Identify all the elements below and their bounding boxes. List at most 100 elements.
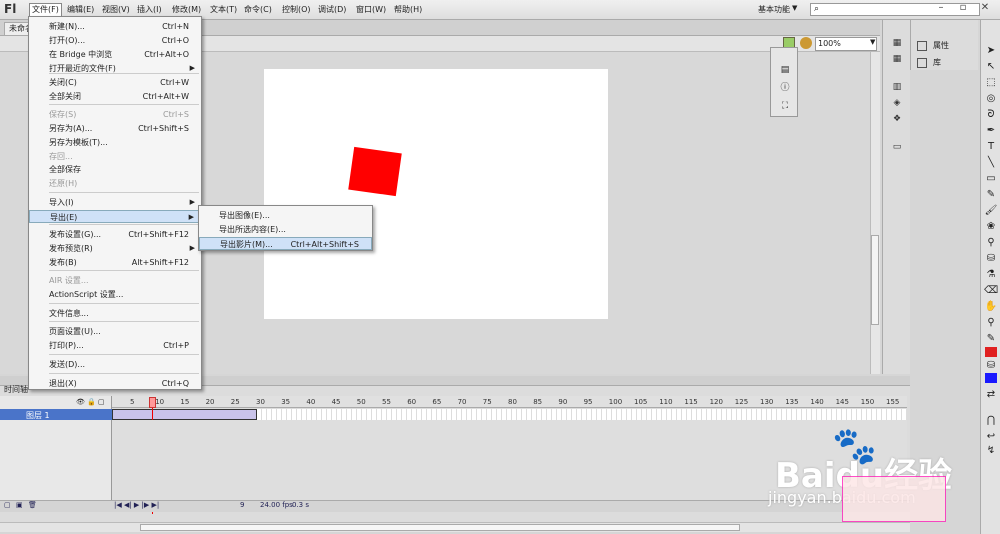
export-menu-item[interactable]: 导出所选内容(E)... [199, 223, 372, 236]
maximize-icon[interactable]: ▫ [954, 1, 972, 15]
menu-modify[interactable]: 修改(M) [172, 4, 201, 15]
new-folder-icon[interactable]: ▣ [16, 501, 23, 509]
file-menu-item[interactable]: 打开(O)... Ctrl+O [29, 34, 201, 47]
lasso-tool-icon[interactable]: ᘐ [984, 108, 998, 121]
brush-tool-icon[interactable]: 🖌 [984, 204, 998, 217]
frame-number-label: 125 [734, 398, 749, 406]
components-icon[interactable]: ◈ [890, 98, 904, 110]
delete-layer-icon[interactable]: 🗑 [28, 501, 37, 509]
workspace-switcher[interactable]: 基本功能 [758, 4, 790, 15]
file-menu-item[interactable]: 退出(X) Ctrl+Q [29, 377, 201, 390]
tab-timeline[interactable]: 时间轴 [4, 384, 28, 395]
playhead-handle[interactable] [149, 397, 156, 408]
zoom-select[interactable]: 100% [815, 37, 877, 51]
stroke-color-swatch[interactable] [985, 347, 997, 357]
file-menu-item[interactable]: ActionScript 设置... [29, 288, 201, 301]
motion-presets-icon[interactable]: ▥ [890, 82, 904, 94]
file-menu-item[interactable]: 全部保存 [29, 163, 201, 176]
smooth-icon[interactable]: ↩ [984, 430, 998, 443]
menu-view[interactable]: 视图(V) [102, 4, 130, 15]
swap-colors-icon[interactable]: ⇄ [984, 388, 998, 401]
motion-tween-span[interactable] [112, 409, 257, 420]
menu-debug[interactable]: 调试(D) [318, 4, 346, 15]
paint-bucket-tool-icon[interactable]: ⛁ [984, 252, 998, 265]
file-menu-item[interactable]: 导出(E) ▶ [29, 210, 201, 223]
free-transform-tool-icon[interactable]: ⬚ [984, 76, 998, 89]
pencil-tool-icon[interactable]: ✎ [984, 188, 998, 201]
stage[interactable] [264, 69, 608, 319]
layer-visibility-lock-outline-icons[interactable]: 👁 🔒 ▢ [76, 398, 105, 406]
align-icon[interactable]: ▤ [779, 64, 791, 76]
export-menu-item[interactable]: 导出图像(E)... [199, 209, 372, 222]
file-menu-item[interactable]: 全部关闭 Ctrl+Alt+W [29, 90, 201, 103]
menu-item-label: 全部关闭 [49, 92, 81, 101]
stage-vertical-scrollbar[interactable] [870, 52, 880, 374]
text-tool-icon[interactable]: T [984, 140, 998, 153]
menu-commands[interactable]: 命令(C) [244, 4, 272, 15]
file-menu-item[interactable]: 另存为(A)... Ctrl+Shift+S [29, 122, 201, 135]
align-info-transform-panel: ▤ ⓘ ⛶ [770, 47, 798, 117]
transform-icon[interactable]: ⛶ [779, 100, 791, 112]
file-menu-item[interactable]: 另存为模板(T)... [29, 136, 201, 149]
info-icon[interactable]: ⓘ [779, 82, 791, 94]
file-menu-item[interactable]: 关闭(C) Ctrl+W [29, 76, 201, 89]
file-menu-item[interactable]: 发布预览(R) ▶ [29, 242, 201, 255]
menu-item-label: 存回... [49, 152, 73, 161]
history-icon[interactable]: ▭ [890, 142, 904, 154]
properties-tab[interactable]: 属性 [917, 40, 949, 51]
layer-name[interactable]: 图层 1 [26, 410, 50, 421]
deco-tool-icon[interactable]: ❀ [984, 220, 998, 233]
file-menu-item[interactable]: 新建(N)... Ctrl+N [29, 20, 201, 33]
swatches-icon[interactable]: ▦ [890, 54, 904, 66]
subselection-tool-icon[interactable]: ↖ [984, 60, 998, 73]
file-menu-item[interactable]: 打印(P)... Ctrl+P [29, 339, 201, 352]
playback-controls-icon[interactable]: |◀ ◀| ▶ |▶ ▶| [114, 501, 159, 509]
red-rectangle-shape[interactable] [348, 146, 402, 197]
scrollbar-thumb[interactable] [140, 524, 740, 531]
menu-text[interactable]: 文本(T) [210, 4, 237, 15]
layer-row[interactable] [0, 409, 112, 420]
close-icon[interactable]: ✕ [976, 1, 994, 15]
code-snippets-icon[interactable]: ❖ [890, 114, 904, 126]
file-menu-item[interactable]: 在 Bridge 中浏览 Ctrl+Alt+O [29, 48, 201, 61]
3d-rotation-tool-icon[interactable]: ◎ [984, 92, 998, 105]
fill-color-swatch[interactable] [985, 373, 997, 383]
pen-tool-icon[interactable]: ✒ [984, 124, 998, 137]
straighten-icon[interactable]: ↯ [984, 444, 998, 457]
library-tab[interactable]: 库 [917, 57, 941, 68]
frame-number-label: 15 [180, 398, 190, 406]
menu-insert[interactable]: 插入(I) [137, 4, 162, 15]
menu-control[interactable]: 控制(O) [282, 4, 311, 15]
file-menu-item[interactable]: 发布(B) Alt+Shift+F12 [29, 256, 201, 269]
export-menu-item[interactable]: 导出影片(M)... Ctrl+Alt+Shift+S [199, 237, 372, 250]
snap-magnet-icon[interactable]: ⋂ [984, 414, 998, 427]
menu-separator [49, 373, 199, 374]
hand-tool-icon[interactable]: ✋ [984, 300, 998, 313]
file-menu-item[interactable]: 文件信息... [29, 307, 201, 320]
edit-symbol-icon[interactable] [800, 37, 812, 49]
minimize-icon[interactable]: – [932, 1, 950, 15]
file-menu-item[interactable]: 打开最近的文件(F) ▶ [29, 62, 201, 75]
line-tool-icon[interactable]: ╲ [984, 156, 998, 169]
color-icon[interactable]: ▦ [890, 38, 904, 50]
menu-file[interactable]: 文件(F) [29, 3, 62, 17]
selection-tool-icon[interactable]: ➤ [984, 44, 998, 57]
scrollbar-thumb[interactable] [871, 235, 879, 325]
file-menu-item[interactable]: 发送(D)... [29, 358, 201, 371]
rectangle-tool-icon[interactable]: ▭ [984, 172, 998, 185]
file-menu-item[interactable]: 页面设置(U)... [29, 325, 201, 338]
eyedropper-tool-icon[interactable]: ⚗ [984, 268, 998, 281]
new-layer-icon[interactable]: ▢ [4, 501, 11, 509]
menu-item-label: 全部保存 [49, 165, 81, 174]
menu-window[interactable]: 窗口(W) [356, 4, 386, 15]
menu-item-label: 导出影片(M)... [220, 240, 273, 249]
bone-tool-icon[interactable]: ⚲ [984, 236, 998, 249]
file-menu-item[interactable]: 发布设置(G)... Ctrl+Shift+F12 [29, 228, 201, 241]
frame-rate[interactable]: 24.00 fps [260, 501, 293, 509]
menu-help[interactable]: 帮助(H) [394, 4, 422, 15]
frame-number-label: 70 [457, 398, 467, 406]
eraser-tool-icon[interactable]: ⌫ [984, 284, 998, 297]
file-menu-item[interactable]: 导入(I) ▶ [29, 196, 201, 209]
zoom-tool-icon[interactable]: ⚲ [984, 316, 998, 329]
menu-edit[interactable]: 编辑(E) [67, 4, 94, 15]
